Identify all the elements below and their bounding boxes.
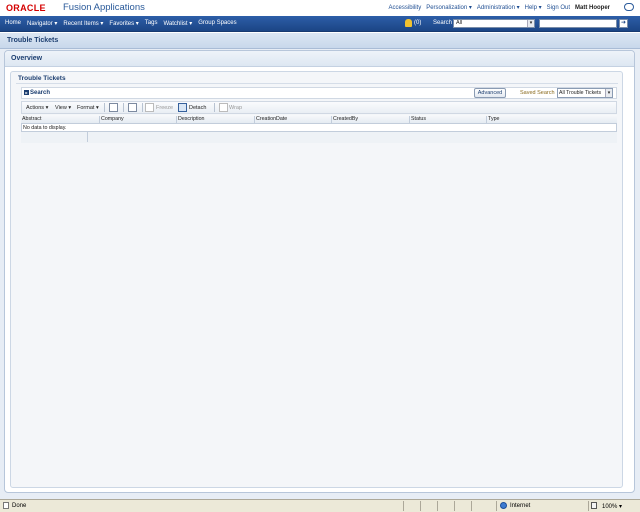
overview-title: Overview bbox=[11, 55, 43, 62]
link-personalization[interactable]: Personalization ▾ bbox=[426, 4, 472, 11]
user-name: Matt Hooper bbox=[575, 4, 610, 11]
page-title: Trouble Tickets bbox=[7, 37, 59, 44]
status-divider bbox=[420, 501, 421, 511]
global-links: Accessibility Personalization ▾ Administ… bbox=[389, 4, 610, 12]
freeze-button: Freeze bbox=[156, 105, 174, 111]
detach-button[interactable]: Detach bbox=[189, 105, 206, 111]
toolbar-separator bbox=[142, 103, 143, 112]
toolbar-separator bbox=[214, 103, 215, 112]
column-header-company[interactable]: Company bbox=[99, 116, 177, 123]
status-divider bbox=[588, 501, 589, 511]
expand-arrow-icon[interactable]: ▸ bbox=[24, 90, 29, 95]
global-search-label: Search bbox=[433, 20, 453, 26]
chevron-down-icon[interactable]: ▾ bbox=[527, 20, 534, 27]
query-by-example-icon[interactable] bbox=[128, 103, 137, 112]
search-disclosure-label[interactable]: Search bbox=[30, 90, 50, 96]
toolbar-separator bbox=[104, 103, 105, 112]
status-divider bbox=[496, 501, 497, 511]
page-title-bar: Trouble Tickets bbox=[0, 33, 640, 49]
divider bbox=[16, 83, 618, 84]
advanced-search-button[interactable]: Advanced bbox=[474, 88, 506, 98]
format-menu[interactable]: Format ▾ bbox=[77, 105, 99, 111]
page-icon bbox=[3, 502, 9, 509]
wrap-button: Wrap bbox=[229, 105, 243, 111]
freeze-icon bbox=[145, 103, 154, 112]
nav-tags[interactable]: Tags bbox=[145, 20, 158, 27]
status-divider bbox=[471, 501, 472, 511]
nav-recent-items[interactable]: Recent Items ▾ bbox=[63, 20, 103, 27]
saved-search-value: All Trouble Tickets bbox=[559, 90, 602, 96]
trouble-tickets-title: Trouble Tickets bbox=[18, 75, 66, 82]
nav-navigator[interactable]: Navigator ▾ bbox=[27, 20, 57, 27]
nav-group-spaces[interactable]: Group Spaces bbox=[198, 20, 236, 27]
global-navbar: Home Navigator ▾ Recent Items ▾ Favorite… bbox=[0, 16, 640, 32]
export-icon[interactable] bbox=[109, 103, 118, 112]
status-text: Done bbox=[12, 503, 27, 509]
nav-home[interactable]: Home bbox=[5, 20, 21, 27]
browser-status-bar bbox=[0, 499, 640, 512]
actions-menu[interactable]: Actions ▾ bbox=[26, 105, 48, 111]
status-divider bbox=[403, 501, 404, 511]
zoom-level[interactable]: 100% ▾ bbox=[602, 503, 622, 510]
saved-search-select[interactable]: All Trouble Tickets ▾ bbox=[557, 88, 613, 98]
status-divider bbox=[437, 501, 438, 511]
wrap-icon bbox=[219, 103, 228, 112]
column-header-creation-date[interactable]: CreationDate bbox=[254, 116, 332, 123]
overview-header: Overview bbox=[5, 51, 634, 67]
link-help[interactable]: Help ▾ bbox=[525, 4, 542, 11]
security-zone: Internet bbox=[510, 503, 531, 509]
column-header-created-by[interactable]: CreatedBy bbox=[331, 116, 409, 123]
protected-mode-icon bbox=[591, 502, 597, 509]
nav-favorites[interactable]: Favorites ▾ bbox=[109, 20, 138, 27]
link-sign-out[interactable]: Sign Out bbox=[547, 5, 570, 11]
chevron-down-icon[interactable]: ▾ bbox=[605, 89, 612, 97]
column-header-status[interactable]: Status bbox=[409, 116, 487, 123]
global-search-input[interactable] bbox=[539, 19, 617, 28]
column-header-abstract[interactable]: Abstract bbox=[21, 116, 99, 123]
table-footer bbox=[21, 131, 617, 143]
status-divider bbox=[454, 501, 455, 511]
nav-watchlist[interactable]: Watchlist ▾ bbox=[163, 20, 192, 27]
detach-icon[interactable] bbox=[178, 103, 187, 112]
column-header-description[interactable]: Description bbox=[176, 116, 254, 123]
footer-divider bbox=[87, 132, 88, 142]
notification-count[interactable]: (0) bbox=[414, 20, 421, 26]
link-accessibility[interactable]: Accessibility bbox=[389, 5, 422, 11]
search-scope-value: All bbox=[456, 20, 463, 26]
link-administration[interactable]: Administration ▾ bbox=[477, 4, 520, 11]
saved-search-label: Saved Search bbox=[520, 90, 555, 96]
oracle-ring-icon bbox=[624, 3, 634, 11]
column-header-type[interactable]: Type bbox=[486, 116, 617, 123]
view-menu[interactable]: View ▾ bbox=[55, 105, 71, 111]
toolbar-separator bbox=[123, 103, 124, 112]
search-go-button[interactable]: ➜ bbox=[619, 19, 628, 28]
oracle-logo: ORACLE bbox=[6, 3, 46, 13]
branding-bar: ORACLE Fusion Applications Accessibility… bbox=[0, 0, 640, 16]
search-scope-select[interactable]: All ▾ bbox=[453, 19, 535, 28]
globe-icon bbox=[500, 502, 507, 509]
nav-menu: Home Navigator ▾ Recent Items ▾ Favorite… bbox=[5, 20, 237, 27]
notification-bell-icon[interactable] bbox=[405, 19, 412, 27]
product-name: Fusion Applications bbox=[63, 2, 145, 13]
search-disclosure[interactable]: ▸ Search bbox=[24, 90, 50, 96]
